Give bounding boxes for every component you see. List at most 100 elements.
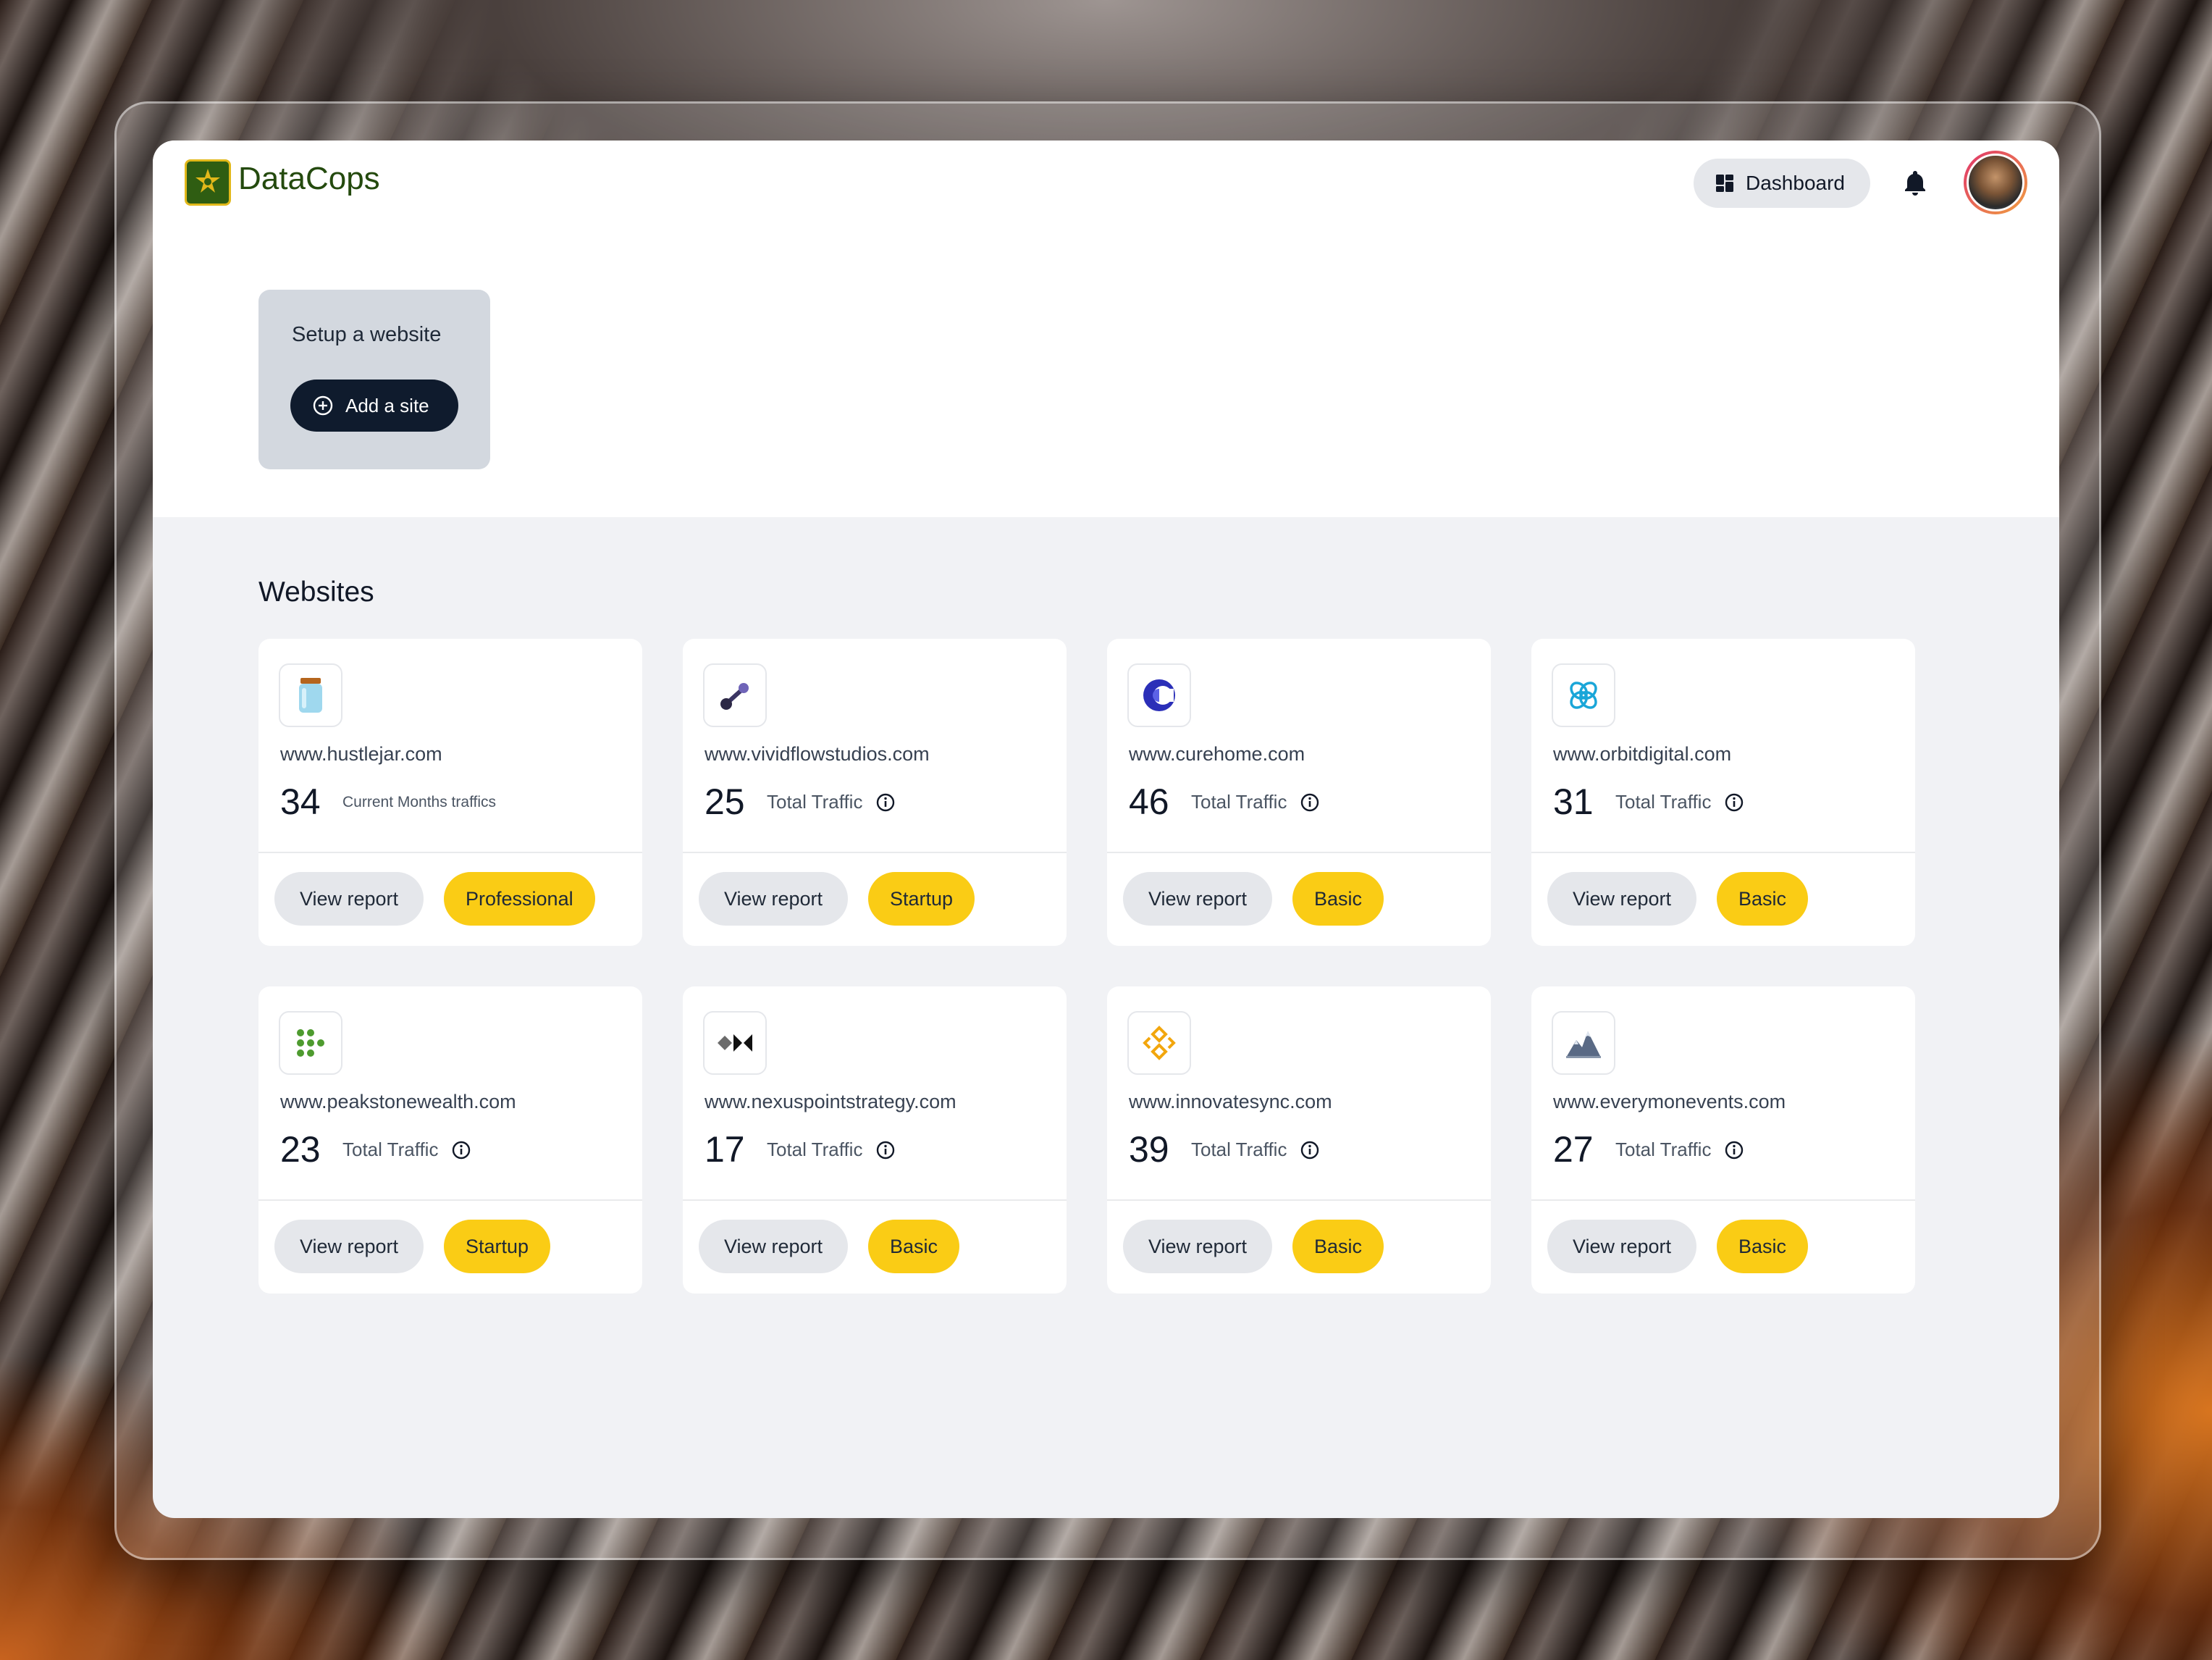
- websites-heading: Websites: [258, 577, 374, 608]
- add-site-button[interactable]: Add a site: [290, 380, 458, 432]
- crescent-c-icon: [1143, 679, 1175, 711]
- site-icon-box: [279, 663, 342, 727]
- view-report-button[interactable]: View report: [1123, 872, 1272, 926]
- card-divider: [1107, 1199, 1491, 1201]
- plan-badge[interactable]: Basic: [1292, 1220, 1384, 1273]
- jar-icon: [299, 678, 322, 713]
- traffic-metric: Total Traffic: [1615, 791, 1744, 813]
- plan-badge[interactable]: Startup: [868, 872, 975, 926]
- site-domain[interactable]: www.nexuspointstrategy.com: [705, 1091, 956, 1113]
- view-report-button[interactable]: View report: [274, 872, 424, 926]
- info-icon[interactable]: [875, 792, 896, 813]
- mountain-icon: [1566, 1031, 1601, 1058]
- view-report-button[interactable]: View report: [274, 1220, 424, 1273]
- top-navbar: DataCops Dashboard: [153, 141, 2059, 226]
- dot-grid-icon: [297, 1029, 324, 1057]
- dashboard-button[interactable]: Dashboard: [1694, 159, 1870, 208]
- info-icon[interactable]: [875, 1140, 896, 1160]
- site-domain[interactable]: www.everymonevents.com: [1553, 1091, 1786, 1113]
- website-card: www.everymonevents.com 27 Total Traffic …: [1531, 986, 1915, 1294]
- plus-circle-icon: [313, 395, 333, 416]
- plan-badge[interactable]: Basic: [868, 1220, 960, 1273]
- site-icon-box: [1552, 1011, 1615, 1075]
- site-domain[interactable]: www.peakstonewealth.com: [280, 1091, 516, 1113]
- traffic-metric: Current Months traffics: [342, 794, 496, 811]
- setup-website-card: Setup a website Add a site: [258, 290, 490, 469]
- info-icon[interactable]: [1300, 792, 1320, 813]
- traffic-metric: Total Traffic: [1191, 791, 1320, 813]
- metric-label: Total Traffic: [1615, 1139, 1712, 1160]
- website-card: www.nexuspointstrategy.com 17 Total Traf…: [683, 986, 1067, 1294]
- card-divider: [1531, 1199, 1915, 1201]
- view-report-button[interactable]: View report: [1123, 1220, 1272, 1273]
- site-domain[interactable]: www.hustlejar.com: [280, 743, 442, 766]
- website-card: www.peakstonewealth.com 23 Total Traffic…: [258, 986, 642, 1294]
- site-icon-box: [1127, 1011, 1191, 1075]
- sheriff-badge-logo-icon[interactable]: [185, 159, 231, 206]
- card-divider: [1531, 852, 1915, 853]
- metric-label: Total Traffic: [767, 791, 863, 813]
- traffic-metric: Total Traffic: [342, 1139, 471, 1161]
- dashboard-label: Dashboard: [1746, 172, 1845, 194]
- metric-label: Total Traffic: [1191, 791, 1287, 813]
- website-card: www.innovatesync.com 39 Total Traffic Vi…: [1107, 986, 1491, 1294]
- traffic-metric: Total Traffic: [767, 1139, 896, 1161]
- traffic-count: 17: [705, 1129, 745, 1170]
- user-avatar[interactable]: [1964, 151, 2027, 214]
- site-icon-box: [1552, 663, 1615, 727]
- info-icon[interactable]: [1724, 1140, 1744, 1160]
- metric-label: Total Traffic: [342, 1139, 439, 1160]
- traffic-count: 31: [1553, 781, 1594, 822]
- site-domain[interactable]: www.orbitdigital.com: [1553, 743, 1731, 766]
- view-report-button[interactable]: View report: [1547, 872, 1696, 926]
- plan-badge[interactable]: Startup: [444, 1220, 551, 1273]
- traffic-metric: Total Traffic: [767, 791, 896, 813]
- metric-label: Total Traffic: [1615, 791, 1712, 813]
- traffic-count: 25: [705, 781, 745, 822]
- site-domain[interactable]: www.vividflowstudios.com: [705, 743, 930, 766]
- site-icon-box: [703, 1011, 767, 1075]
- site-icon-box: [703, 663, 767, 727]
- info-icon[interactable]: [1724, 792, 1744, 813]
- card-divider: [1107, 852, 1491, 853]
- card-divider: [683, 852, 1067, 853]
- metric-label: Total Traffic: [767, 1139, 863, 1160]
- site-domain[interactable]: www.innovatesync.com: [1129, 1091, 1332, 1113]
- site-domain[interactable]: www.curehome.com: [1129, 743, 1305, 766]
- traffic-count: 46: [1129, 781, 1169, 822]
- website-card: www.curehome.com 46 Total Traffic View r…: [1107, 639, 1491, 946]
- website-card: www.vividflowstudios.com 25 Total Traffi…: [683, 639, 1067, 946]
- diamond-bowtie-icon: [718, 1034, 752, 1052]
- metric-label: Current Months traffics: [342, 794, 497, 810]
- plan-badge[interactable]: Basic: [1717, 1220, 1809, 1273]
- traffic-metric: Total Traffic: [1615, 1139, 1744, 1161]
- traffic-metric: Total Traffic: [1191, 1139, 1320, 1161]
- plan-badge[interactable]: Basic: [1717, 872, 1809, 926]
- add-site-label: Add a site: [345, 394, 429, 416]
- info-icon[interactable]: [1300, 1140, 1320, 1160]
- view-report-button[interactable]: View report: [699, 1220, 848, 1273]
- diamond-arrows-icon: [1143, 1026, 1176, 1060]
- info-icon[interactable]: [451, 1140, 471, 1160]
- dashboard-grid-icon: [1716, 175, 1733, 192]
- plan-badge[interactable]: Basic: [1292, 872, 1384, 926]
- traffic-count: 27: [1553, 1129, 1594, 1170]
- website-card: www.orbitdigital.com 31 Total Traffic Vi…: [1531, 639, 1915, 946]
- card-divider: [258, 852, 642, 853]
- view-report-button[interactable]: View report: [1547, 1220, 1696, 1273]
- app-window: DataCops Dashboard Setup a website Add a…: [153, 141, 2059, 1518]
- avatar-photo: [1967, 154, 2024, 211]
- site-icon-box: [1127, 663, 1191, 727]
- plan-badge[interactable]: Professional: [444, 872, 595, 926]
- traffic-count: 39: [1129, 1129, 1169, 1170]
- traffic-count: 23: [280, 1129, 321, 1170]
- traffic-count: 34: [280, 781, 321, 822]
- website-card: www.hustlejar.com 34 Current Months traf…: [258, 639, 642, 946]
- metric-label: Total Traffic: [1191, 1139, 1287, 1160]
- view-report-button[interactable]: View report: [699, 872, 848, 926]
- setup-title: Setup a website: [292, 323, 442, 346]
- app-name[interactable]: DataCops: [238, 161, 380, 197]
- flow-link-icon: [720, 683, 749, 710]
- bell-icon[interactable]: [1901, 168, 1930, 197]
- card-divider: [258, 1199, 642, 1201]
